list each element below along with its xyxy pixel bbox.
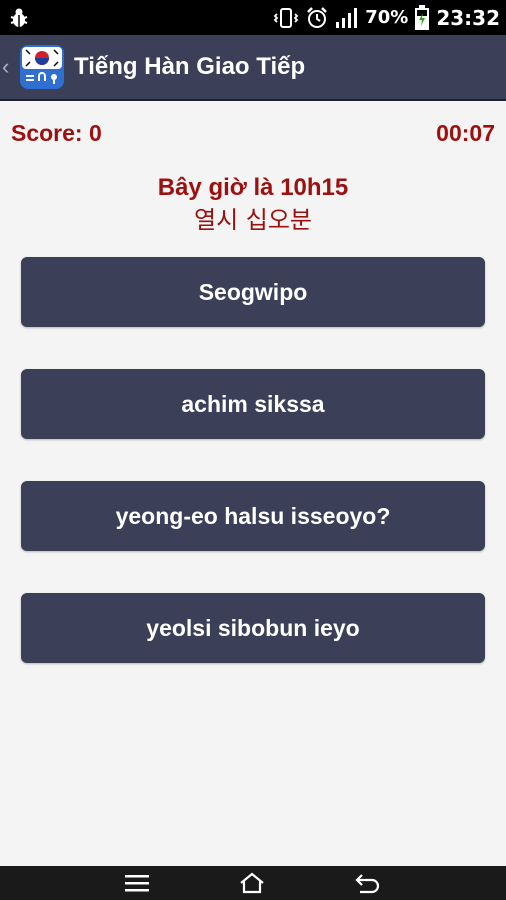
answer-button-3[interactable]: yeong-eo halsu isseoyo? xyxy=(21,481,485,551)
question: Bây giờ là 10h15 열시 십오분 xyxy=(0,172,506,236)
bug-icon xyxy=(8,7,30,29)
answer-button-4[interactable]: yeolsi sibobun ieyo xyxy=(21,593,485,663)
timer: 00:07 xyxy=(436,119,495,146)
chevron-left-icon[interactable]: ‹ xyxy=(2,54,16,80)
question-vietnamese: Bây giờ là 10h15 xyxy=(157,174,349,201)
home-icon[interactable] xyxy=(238,872,266,894)
vibrate-icon xyxy=(273,6,299,30)
question-korean: 열시 십오분 xyxy=(193,206,313,234)
answer-button-1[interactable]: Seogwipo xyxy=(21,257,485,327)
app-logo-icon[interactable] xyxy=(18,43,66,91)
score-label: Score: 0 xyxy=(11,119,102,146)
status-bar: 70% 23:32 xyxy=(0,0,506,35)
signal-icon xyxy=(335,7,359,29)
alarm-icon xyxy=(305,6,329,30)
score-row: Score: 0 00:07 xyxy=(0,116,506,150)
clock: 23:32 xyxy=(436,5,500,30)
app-bar: ‹ Tiếng Hàn Giao Tiếp xyxy=(0,35,506,101)
app-title: Tiếng Hàn Giao Tiếp xyxy=(74,53,306,80)
answer-button-2[interactable]: achim sikssa xyxy=(21,369,485,439)
battery-charging-icon xyxy=(414,4,430,31)
battery-percent: 70% xyxy=(365,7,409,28)
answer-list: Seogwipo achim sikssa yeong-eo halsu iss… xyxy=(21,257,485,705)
menu-icon[interactable] xyxy=(124,873,150,893)
back-icon[interactable] xyxy=(354,872,382,894)
navigation-bar xyxy=(0,866,506,900)
